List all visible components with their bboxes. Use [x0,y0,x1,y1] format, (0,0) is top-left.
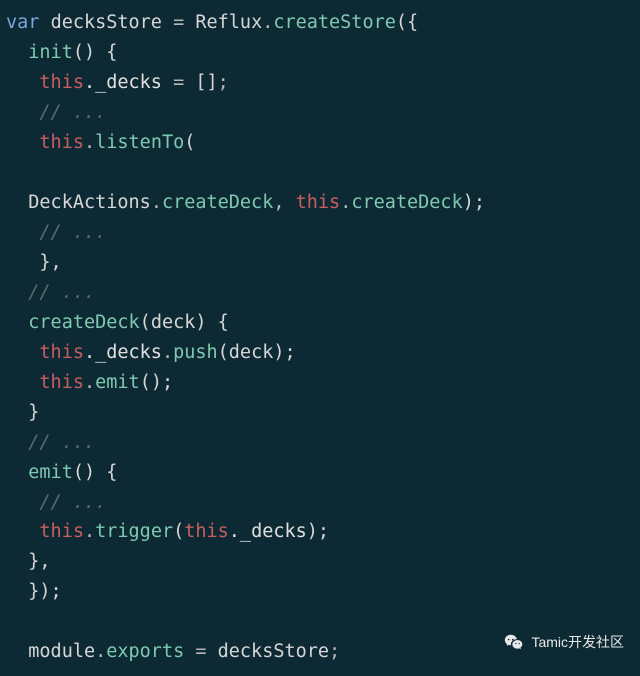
code-line: emit() { [6,462,117,483]
wechat-icon [503,632,525,654]
this-keyword: this [39,342,84,363]
comment: // ... [28,282,95,303]
code-line: init() { [6,42,117,63]
code-line: this.listenTo( [6,132,195,153]
code-block: var decksStore = Reflux.createStore({ in… [6,8,634,667]
method-name: init [28,42,73,63]
identifier: decksStore [218,641,329,662]
this-keyword: this [296,192,341,213]
identifier: decksStore [51,12,162,33]
code-line: // ... [6,432,95,453]
code-line: // ... [6,492,106,513]
keyword-var: var [6,12,39,33]
code-line: }, [6,551,51,572]
code-line: this.trigger(this._decks); [6,521,329,542]
identifier: module [28,641,95,662]
this-keyword: this [39,521,84,542]
comment: // ... [39,102,106,123]
this-keyword: this [39,372,84,393]
code-line: }); [6,581,62,602]
property: createDeck [162,192,273,213]
comment: // ... [39,492,106,513]
identifier: DeckActions [28,192,151,213]
this-keyword: this [184,521,229,542]
method-name: createDeck [28,312,139,333]
code-line: this.emit(); [6,372,173,393]
comment: // ... [28,432,95,453]
property: exports [106,641,184,662]
code-line: module.exports = decksStore; [6,641,340,662]
code-line: var decksStore = Reflux.createStore({ [6,12,418,33]
code-line: // ... [6,102,106,123]
code-line: DeckActions.createDeck, this.createDeck)… [6,192,485,213]
watermark: Tamic开发社区 [503,631,624,654]
method-name: listenTo [95,132,184,153]
this-keyword: this [39,132,84,153]
identifier: Reflux [195,12,262,33]
code-line: createDeck(deck) { [6,312,229,333]
property: createDeck [351,192,462,213]
method-name: emit [95,372,140,393]
code-line: } [6,402,39,423]
method-name: push [173,342,218,363]
method-name: trigger [95,521,173,542]
code-line: // ... [6,222,106,243]
this-keyword: this [39,72,84,93]
comment: // ... [39,222,106,243]
code-line: // ... [6,282,95,303]
watermark-text: Tamic开发社区 [531,631,624,654]
code-line: }, [6,252,62,273]
method-name: createStore [273,12,396,33]
code-line: this._decks.push(deck); [6,342,296,363]
method-name: emit [28,462,73,483]
code-line: this._decks = []; [6,72,229,93]
